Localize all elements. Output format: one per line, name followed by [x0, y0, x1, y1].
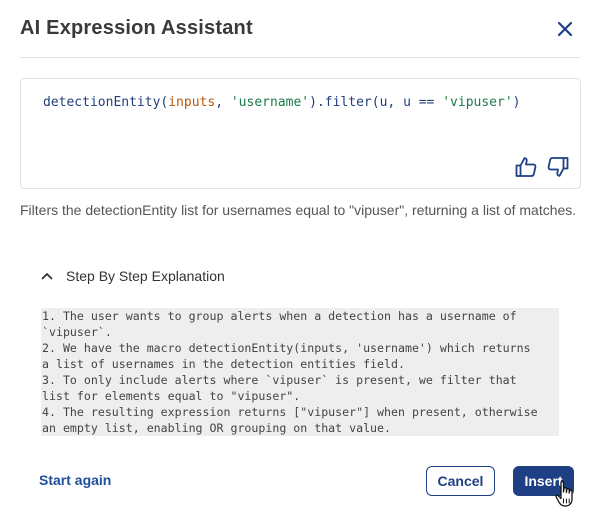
like-button[interactable]: [514, 155, 538, 179]
chevron-up-icon: [41, 273, 53, 280]
thumbs-up-icon: [515, 157, 537, 177]
explanation-line: list for elements equal to "vipuser".: [42, 389, 301, 403]
explanation-line: `vipuser`.: [42, 325, 112, 339]
dialog-title: AI Expression Assistant: [20, 17, 253, 39]
explanation-line: an empty list, enabling OR grouping on t…: [42, 421, 392, 435]
dialog-header: AI Expression Assistant: [20, 14, 580, 44]
code-filter-call: ).filter(: [309, 95, 380, 110]
thumbs-down-icon: [547, 157, 569, 177]
explanation-line: a list of usernames in the detection ent…: [42, 357, 405, 371]
explanation-line: 3. To only include alerts where `vipuser…: [42, 373, 517, 387]
explanation-toggle[interactable]: Step By Step Explanation: [40, 268, 225, 284]
dislike-button[interactable]: [546, 155, 570, 179]
expression-description: Filters the detectionEntity list for use…: [20, 202, 577, 218]
explanation-line: 4. The resulting expression returns ["vi…: [42, 405, 538, 419]
cancel-button[interactable]: Cancel: [426, 466, 495, 496]
explanation-line: 1. The user wants to group alerts when a…: [42, 309, 517, 323]
code-arg-username: 'username': [230, 95, 310, 110]
explanation-box: 1. The user wants to group alerts when a…: [41, 308, 559, 436]
code-paren-close: ): [512, 95, 521, 110]
code-function: detectionEntity: [43, 95, 161, 110]
code-arg-inputs: inputs: [168, 95, 216, 110]
feedback-buttons: [514, 155, 570, 179]
insert-button[interactable]: Insert: [513, 466, 574, 496]
expression-code-card: detectionEntity(inputs, 'username').filt…: [20, 78, 581, 189]
header-divider: [20, 57, 580, 58]
ai-expression-dialog: AI Expression Assistant detectionEntity(…: [0, 0, 600, 513]
expression-code: detectionEntity(inputs, 'username').filt…: [43, 94, 521, 112]
close-icon: [557, 21, 573, 37]
explanation-line: 2. We have the macro detectionEntity(inp…: [42, 341, 531, 355]
code-arg-vipuser: 'vipuser': [442, 95, 513, 110]
start-again-link[interactable]: Start again: [39, 472, 111, 488]
close-button[interactable]: [554, 18, 576, 40]
code-lambda: u, u ==: [379, 95, 443, 110]
explanation-toggle-label: Step By Step Explanation: [66, 268, 225, 284]
code-separator: ,: [215, 95, 231, 110]
dialog-footer: Start again Cancel Insert: [0, 462, 600, 502]
